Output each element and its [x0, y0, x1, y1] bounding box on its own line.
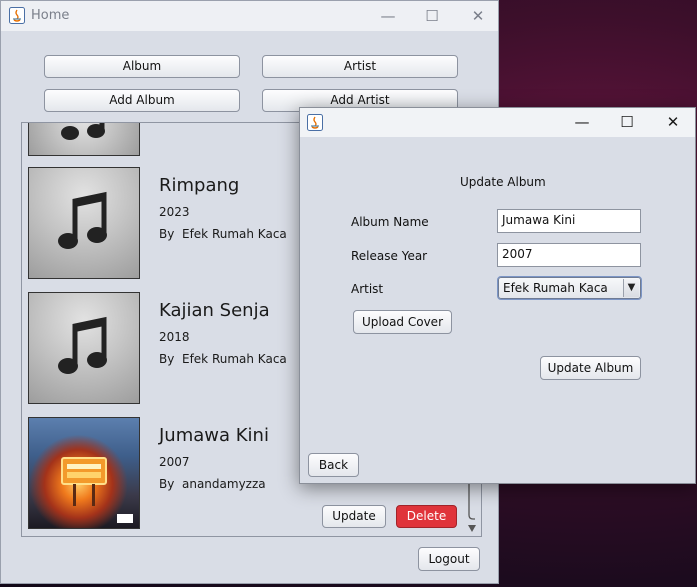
artist-label: Artist	[351, 282, 384, 296]
by-label: By	[159, 227, 175, 241]
java-app-icon	[307, 114, 323, 131]
music-note-icon	[61, 123, 105, 140]
artist-button[interactable]: Artist	[262, 55, 458, 78]
album-artist: By Efek Rumah Kaca	[159, 227, 287, 241]
update-button[interactable]: Update	[322, 505, 386, 528]
album-cover	[28, 167, 140, 279]
chevron-down-icon[interactable]: ▼	[623, 279, 639, 297]
album-name-field[interactable]: Jumawa Kini	[497, 209, 641, 233]
artist-name: anandamyzza	[181, 477, 266, 491]
album-year: 2018	[159, 330, 190, 344]
update-album-dialog: — ☐ ✕ Update Album Album Name Jumawa Kin…	[299, 107, 696, 484]
album-title: Kajian Senja	[159, 300, 270, 321]
back-button[interactable]: Back	[308, 453, 359, 477]
by-label: By	[159, 352, 175, 366]
album-cover	[28, 123, 140, 156]
music-note-icon	[58, 316, 107, 374]
release-year-field[interactable]: 2007	[497, 243, 641, 267]
album-button[interactable]: Album	[44, 55, 240, 78]
upload-cover-button[interactable]: Upload Cover	[353, 310, 452, 334]
dialog-heading: Update Album	[460, 175, 546, 189]
artist-name: Efek Rumah Kaca	[181, 227, 287, 241]
add-album-button[interactable]: Add Album	[44, 89, 240, 112]
maximize-icon[interactable]: ☐	[616, 111, 638, 133]
album-cover	[28, 292, 140, 404]
window-title: Home	[31, 8, 70, 23]
album-year: 2007	[159, 455, 190, 469]
by-label: By	[159, 477, 175, 491]
java-app-icon	[9, 7, 25, 24]
scroll-down-icon	[468, 525, 476, 532]
album-art-photo	[28, 417, 140, 529]
home-titlebar[interactable]: Home — ☐ ✕	[1, 1, 498, 31]
vertical-scrollbar[interactable]	[466, 483, 478, 534]
update-album-button[interactable]: Update Album	[540, 356, 641, 380]
close-icon[interactable]: ✕	[662, 111, 684, 133]
minimize-icon[interactable]: —	[377, 5, 399, 27]
close-icon[interactable]: ✕	[467, 5, 489, 27]
maximize-icon[interactable]: ☐	[421, 5, 443, 27]
album-title: Jumawa Kini	[159, 425, 269, 446]
album-artist: By anandamyzza	[159, 477, 266, 491]
delete-button[interactable]: Delete	[396, 505, 457, 528]
album-title: Rimpang	[159, 175, 240, 196]
music-note-icon	[58, 191, 107, 249]
album-artist: By Efek Rumah Kaca	[159, 352, 287, 366]
release-year-label: Release Year	[351, 249, 428, 263]
artist-select-value: Efek Rumah Kaca	[503, 281, 608, 295]
album-art-image	[61, 457, 133, 523]
album-name-label: Album Name	[351, 215, 429, 229]
artist-name: Efek Rumah Kaca	[181, 352, 287, 366]
logout-button[interactable]: Logout	[418, 547, 480, 571]
album-year: 2023	[159, 205, 190, 219]
dialog-titlebar[interactable]: — ☐ ✕	[300, 108, 695, 137]
minimize-icon[interactable]: —	[571, 111, 593, 133]
artist-select[interactable]: Efek Rumah Kaca ▼	[497, 276, 642, 300]
